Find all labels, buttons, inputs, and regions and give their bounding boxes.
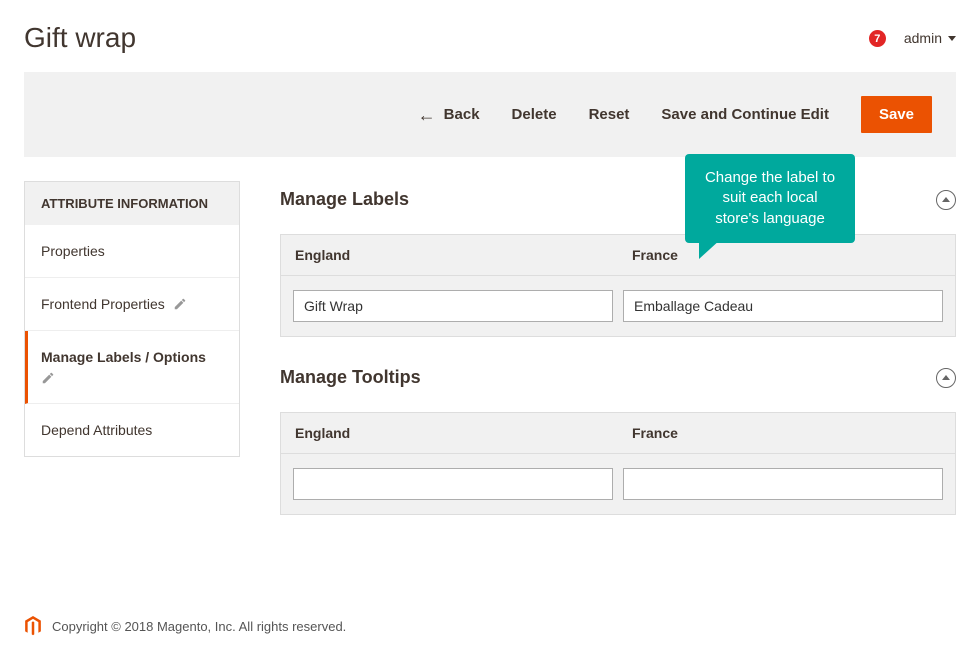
back-label: Back [444,106,480,123]
notification-badge: 7 [869,30,886,47]
labels-table: England France [280,234,956,337]
label-england-input[interactable] [293,290,613,322]
user-menu[interactable]: admin [898,30,956,46]
label-france-input[interactable] [623,290,943,322]
pencil-icon [41,371,55,385]
magento-logo-icon [24,616,42,636]
action-bar: ← Back Delete Reset Save and Continue Ed… [24,72,956,157]
sidebar-list: Properties Frontend Properties Manage La… [24,225,240,457]
sidebar-item-frontend-properties[interactable]: Frontend Properties [25,278,239,331]
tooltip-england-input[interactable] [293,468,613,500]
header-actions: 7 admin [854,30,956,46]
sidebar-item-properties[interactable]: Properties [25,225,239,278]
sidebar-header: ATTRIBUTE INFORMATION [24,181,240,225]
sidebar-item-manage-labels[interactable]: Manage Labels / Options [25,331,239,404]
save-continue-button[interactable]: Save and Continue Edit [661,106,829,123]
back-button[interactable]: ← Back [418,106,480,124]
sidebar-item-label: Manage Labels / Options [41,349,206,365]
footer: Copyright © 2018 Magento, Inc. All right… [0,602,980,650]
sidebar: ATTRIBUTE INFORMATION Properties Fronten… [24,181,240,545]
tooltips-table: England France [280,412,956,515]
column-france: France [618,413,955,453]
copyright-text: Copyright © 2018 Magento, Inc. All right… [52,619,346,634]
save-button[interactable]: Save [861,96,932,133]
sidebar-item-label: Frontend Properties [41,296,165,312]
column-england: England [281,235,618,275]
page-title: Gift wrap [24,22,136,54]
delete-button[interactable]: Delete [512,106,557,123]
pencil-icon [173,297,187,311]
section-header: Manage Tooltips [280,367,956,388]
section-title: Manage Labels [280,189,409,210]
arrow-left-icon: ← [418,106,436,124]
sidebar-item-label: Depend Attributes [41,422,152,438]
collapse-icon[interactable] [936,190,956,210]
reset-button[interactable]: Reset [589,106,630,123]
manage-tooltips-section: Manage Tooltips England France [280,367,956,515]
sidebar-item-label: Properties [41,243,105,259]
column-england: England [281,413,618,453]
collapse-icon[interactable] [936,368,956,388]
table-row [281,454,955,514]
header: Gift wrap 7 admin [0,0,980,72]
user-label: admin [904,30,942,46]
tooltip-france-input[interactable] [623,468,943,500]
table-header: England France [281,413,955,454]
help-callout: Change the label to suit each local stor… [685,154,855,243]
table-row [281,276,955,336]
section-title: Manage Tooltips [280,367,421,388]
caret-down-icon [948,36,956,41]
sidebar-item-depend-attributes[interactable]: Depend Attributes [25,404,239,456]
